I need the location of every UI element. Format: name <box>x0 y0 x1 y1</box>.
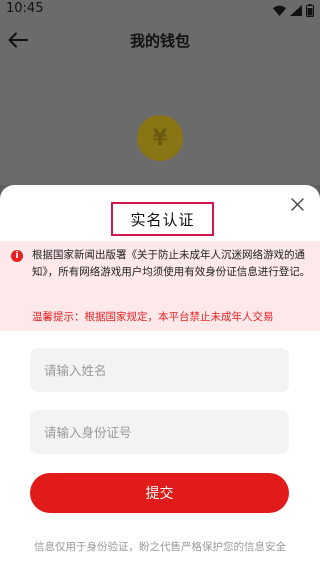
header: 我的钱包 <box>0 20 320 60</box>
status-bar: 10:45 <box>0 0 320 20</box>
close-button[interactable] <box>286 193 308 215</box>
privacy-note: 信息仅用于身份验证，盼之代售严格保护您的信息安全 <box>34 541 286 553</box>
status-time: 10:45 <box>6 1 44 16</box>
dialog-title: 实名认证 <box>130 210 195 229</box>
coin-symbol: ¥ <box>152 125 168 151</box>
signal-icon <box>290 4 302 16</box>
status-icons <box>273 3 314 17</box>
wallet-background: ¥ <box>0 60 320 185</box>
name-input[interactable] <box>30 348 289 392</box>
wifi-icon <box>273 5 286 16</box>
submit-button[interactable]: 提交 <box>30 473 289 513</box>
battery-icon <box>306 3 314 17</box>
real-name-dialog: 实名认证 i 根据国家新闻出版署《关于防止未成年人沉迷网络游戏的通知》，所有网络… <box>0 185 320 568</box>
close-icon <box>290 197 304 211</box>
info-icon: i <box>11 250 23 262</box>
dialog-title-highlight: 实名认证 <box>111 202 214 236</box>
notice-text: 根据国家新闻出版署《关于防止未成年人沉迷网络游戏的通知》，所有网络游戏用户均须使… <box>32 249 311 278</box>
page-title: 我的钱包 <box>129 32 190 50</box>
coin-icon: ¥ <box>137 115 183 161</box>
warning-text: 温馨提示：根据国家规定，本平台禁止未成年人交易 <box>32 311 274 323</box>
id-number-input[interactable] <box>30 410 289 454</box>
